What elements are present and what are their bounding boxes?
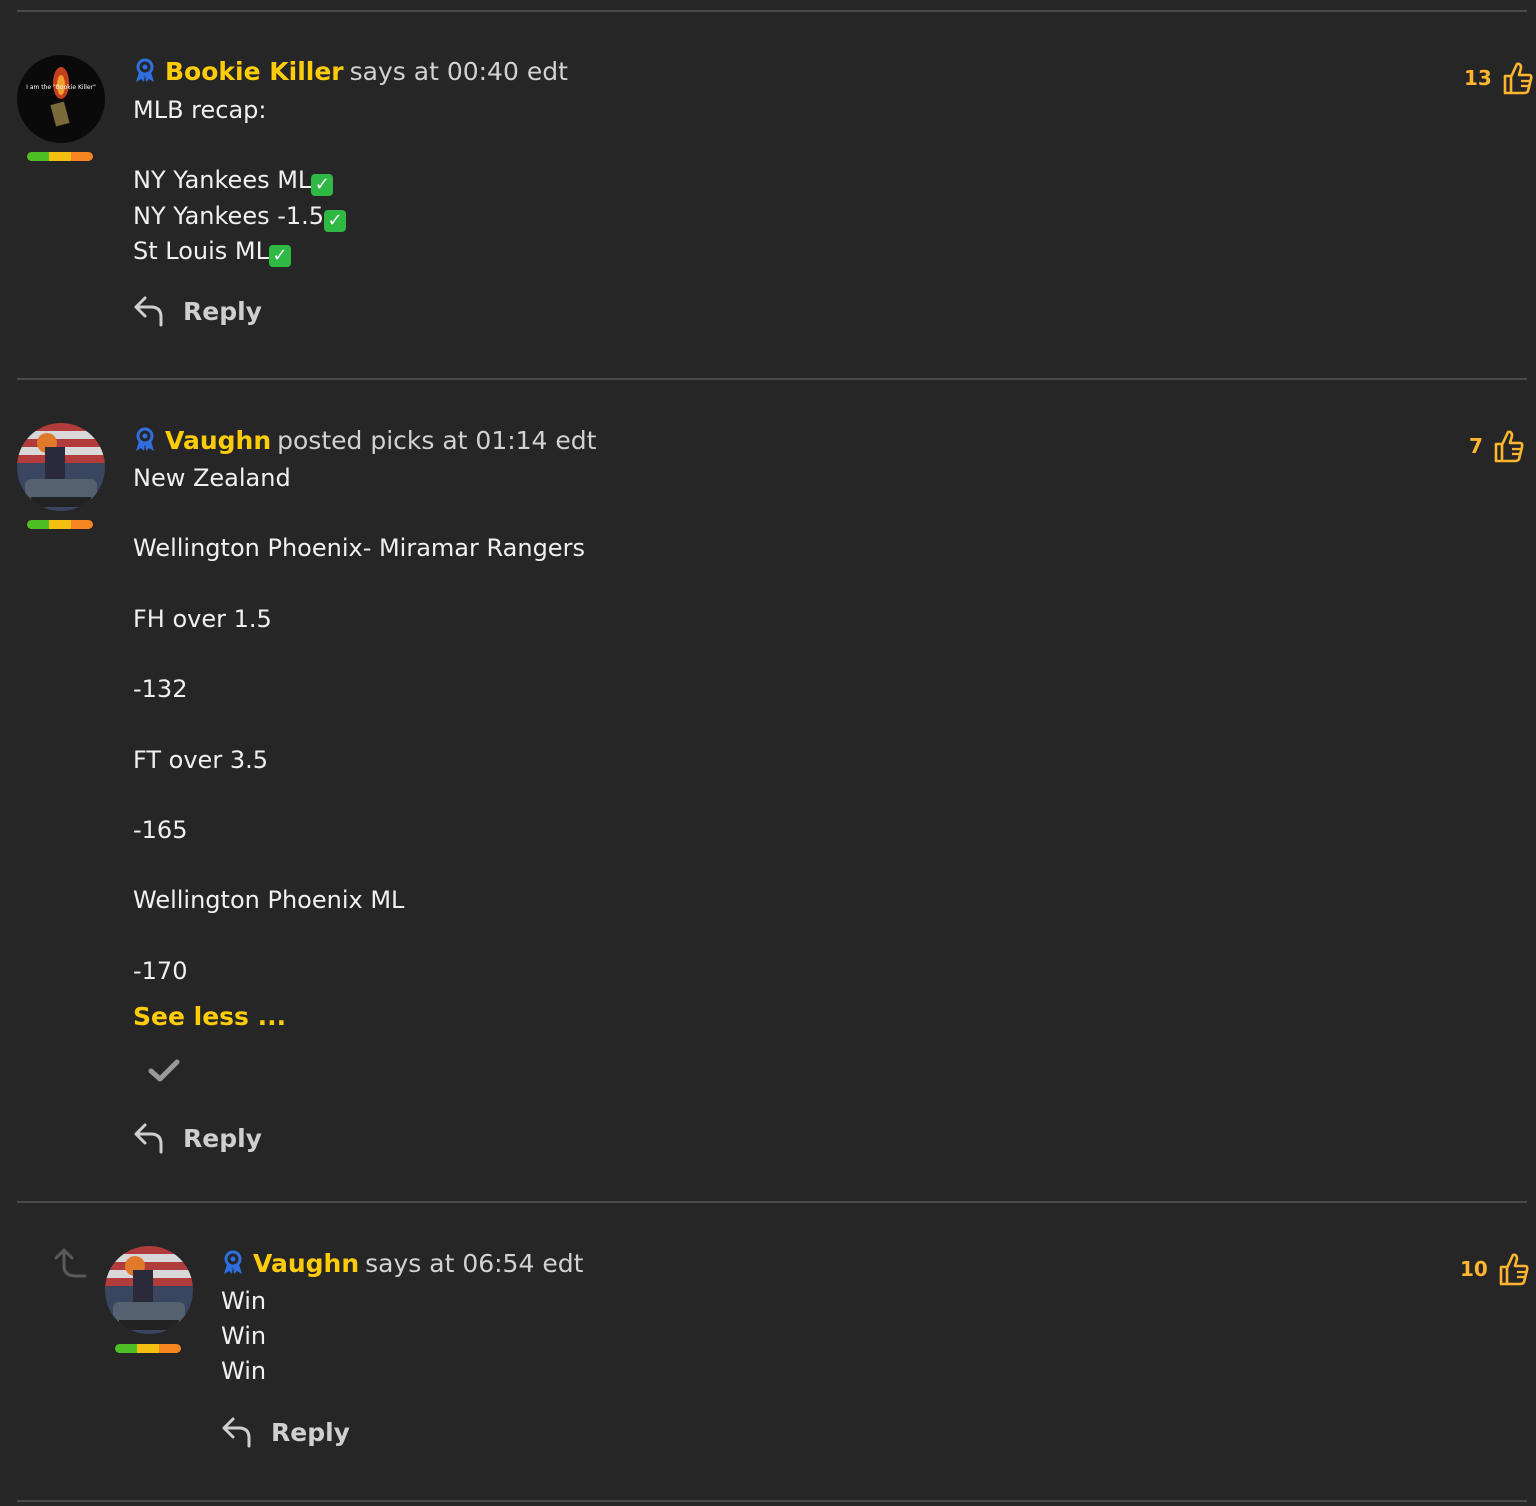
body-line: Win bbox=[221, 1287, 267, 1315]
check-icon[interactable] bbox=[148, 1058, 180, 1088]
body-line: ​ bbox=[133, 496, 585, 531]
rank-bar bbox=[27, 520, 93, 529]
body-line: FT over 3.5 bbox=[133, 745, 268, 774]
body-line: -165 bbox=[133, 816, 188, 845]
comment-body: New Zealand ​ Wellington Phoenix- Miramar … bbox=[133, 461, 585, 989]
reply-icon bbox=[222, 1417, 251, 1448]
comment-meta: says at 00:40 edt bbox=[349, 57, 568, 86]
comment-divider bbox=[17, 1201, 1527, 1203]
thumbs-up-icon bbox=[1499, 1253, 1529, 1286]
badge-icon bbox=[133, 58, 157, 91]
body-line: Wellington Phoenix- Miramar Rangers bbox=[133, 534, 585, 563]
check-icon: ✓ bbox=[311, 174, 334, 197]
like-button[interactable]: 7 bbox=[1469, 428, 1525, 464]
comment-header: Vaughn posted picks at 01:14 edt bbox=[133, 426, 596, 460]
badge-icon bbox=[133, 427, 157, 460]
body-line: NY Yankees -1.5 ✓ bbox=[133, 199, 347, 234]
reply-label: Reply bbox=[183, 296, 262, 326]
reply-button[interactable]: Reply bbox=[133, 1121, 262, 1155]
author-name[interactable]: Bookie Killer bbox=[165, 57, 344, 86]
thread-arrow-icon bbox=[52, 1246, 88, 1284]
reply-button[interactable]: Reply bbox=[221, 1415, 350, 1449]
comment-body: MLB recap: ​NY Yankees ML✓NY Yankees -1.5… bbox=[133, 93, 347, 269]
like-count: 7 bbox=[1469, 434, 1483, 458]
body-line: ​ bbox=[133, 567, 585, 602]
bottom-divider bbox=[17, 1500, 1527, 1502]
body-line: ​ bbox=[133, 778, 585, 813]
body-line: New Zealand bbox=[133, 464, 291, 492]
body-line: ​ bbox=[133, 128, 346, 163]
body-line: -170 bbox=[133, 956, 188, 985]
body-line: MLB recap: bbox=[133, 96, 267, 124]
like-count: 13 bbox=[1464, 66, 1492, 90]
body-line: FH over 1.5 bbox=[133, 604, 272, 633]
like-count: 10 bbox=[1460, 1257, 1488, 1281]
body-line: Wellington Phoenix ML bbox=[133, 886, 405, 915]
comment-header: Bookie Killer says at 00:40 edt bbox=[133, 57, 568, 91]
body-line: Win bbox=[221, 1322, 267, 1351]
reply-button[interactable]: Reply bbox=[133, 294, 262, 328]
body-line: St Louis ML ✓ bbox=[133, 234, 346, 269]
body-line: ​ bbox=[133, 919, 585, 954]
body-line: -132 bbox=[133, 675, 188, 704]
comment-meta: posted picks at 01:14 edt bbox=[277, 426, 597, 455]
author-name[interactable]: Vaughn bbox=[253, 1249, 359, 1278]
comment-header: Vaughn says at 06:54 edt bbox=[221, 1249, 583, 1283]
comment-body: Win Win Win bbox=[221, 1284, 266, 1390]
rank-bar bbox=[27, 152, 93, 161]
avatar-caption: I am the "Bookie Killer" bbox=[26, 84, 96, 91]
thumbs-up-icon bbox=[1494, 430, 1524, 463]
body-line: ​ bbox=[133, 637, 585, 672]
rank-bar bbox=[115, 1344, 181, 1353]
see-less-link[interactable]: See less ... bbox=[133, 1002, 286, 1031]
like-button[interactable]: 13 bbox=[1464, 60, 1534, 96]
reply-icon bbox=[134, 1123, 163, 1154]
comment-meta: says at 06:54 edt bbox=[365, 1249, 584, 1278]
body-line: ​ bbox=[133, 707, 585, 742]
reply-label: Reply bbox=[183, 1123, 262, 1153]
thumbs-up-icon bbox=[1503, 62, 1533, 95]
body-line: Win bbox=[221, 1357, 267, 1386]
avatar[interactable] bbox=[17, 423, 105, 511]
reply-icon bbox=[134, 296, 163, 327]
avatar[interactable]: I am the "Bookie Killer" bbox=[17, 55, 105, 143]
avatar[interactable] bbox=[105, 1246, 193, 1334]
top-divider bbox=[17, 10, 1527, 12]
badge-icon bbox=[221, 1250, 245, 1283]
body-line: NY Yankees ML ✓ bbox=[133, 163, 346, 198]
body-line: ​ bbox=[133, 848, 585, 883]
comment-divider bbox=[17, 378, 1527, 380]
author-name[interactable]: Vaughn bbox=[165, 426, 271, 455]
check-icon: ✓ bbox=[269, 244, 291, 267]
reply-label: Reply bbox=[271, 1417, 350, 1447]
like-button[interactable]: 10 bbox=[1460, 1251, 1530, 1287]
check-icon: ✓ bbox=[324, 209, 347, 232]
